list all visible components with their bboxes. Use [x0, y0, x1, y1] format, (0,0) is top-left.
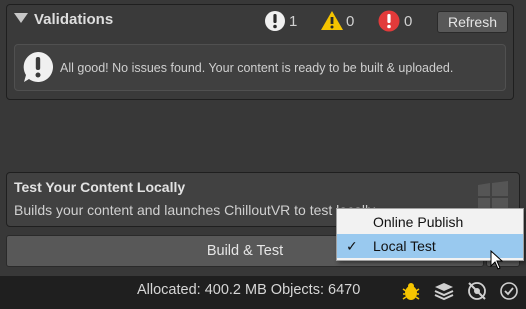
check-circle-icon[interactable]	[498, 280, 520, 302]
menu-item-label: Local Test	[373, 238, 436, 254]
cursor-icon	[490, 250, 504, 270]
memory-status: Allocated: 400.2 MB Objects: 6470	[137, 282, 361, 298]
error-count: 0	[404, 13, 413, 30]
validations-foldout[interactable]: Validations	[14, 11, 113, 28]
foldout-arrow-icon	[14, 13, 28, 23]
layers-icon[interactable]	[433, 280, 455, 302]
test-locally-title: Test Your Content Locally	[14, 179, 186, 195]
checkmark-icon: ✓	[346, 238, 358, 254]
warning-icon	[321, 11, 343, 30]
error-icon	[378, 10, 400, 32]
validation-message: All good! No issues found. Your content …	[60, 61, 454, 75]
menu-item-online-publish[interactable]: Online Publish	[337, 210, 523, 234]
visibility-icon[interactable]	[466, 280, 488, 302]
refresh-button[interactable]: Refresh	[437, 11, 508, 33]
info-count: 1	[289, 13, 298, 30]
bug-icon[interactable]	[400, 280, 422, 302]
test-locally-description: Builds your content and launches Chillou…	[14, 202, 378, 218]
warning-count: 0	[346, 13, 355, 30]
info-icon	[265, 11, 285, 31]
info-icon	[23, 52, 53, 82]
menu-item-label: Online Publish	[373, 214, 464, 230]
validations-title: Validations	[34, 11, 114, 28]
